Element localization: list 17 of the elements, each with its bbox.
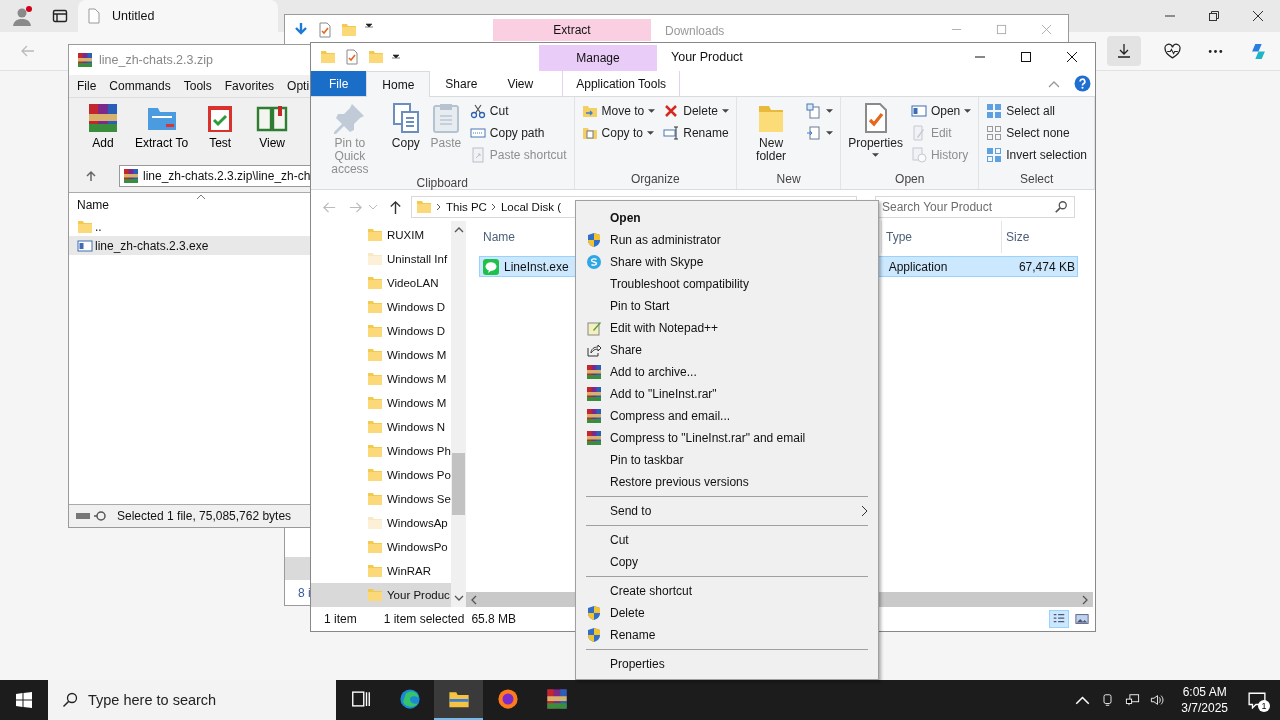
group-label: Open [894, 172, 926, 188]
status-text: 8 i [298, 586, 311, 600]
status-text: 1 item selected [383, 612, 465, 626]
notification-count: 1 [1258, 700, 1270, 712]
window-title: Downloads [665, 24, 725, 38]
status-text: 65.8 MB [471, 612, 517, 626]
table-cell-text: Application [887, 259, 949, 274]
status-text: 1 item [324, 612, 357, 626]
window-title: line_zh-chats.2.3.zip [99, 53, 213, 67]
window-title: Your Product [671, 50, 743, 64]
group-label: New [775, 172, 802, 188]
status-text: Selected 1 file, 75,085,762 bytes [117, 509, 292, 523]
group-label: Select [1018, 172, 1055, 188]
group-label: Organize [629, 172, 681, 188]
group-label: Clipboard [415, 176, 469, 192]
table-cell: LineInst.exe [504, 259, 569, 274]
table-cell-text: 67,474 KB [1017, 259, 1076, 274]
